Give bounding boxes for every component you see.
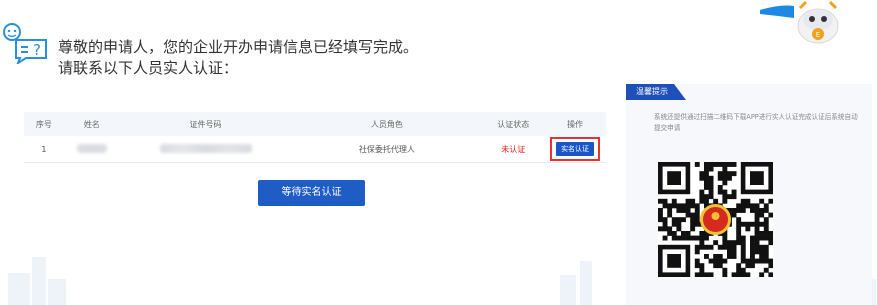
header-action: 操作 [544, 112, 606, 136]
qr-code-icon[interactable] [658, 162, 774, 278]
notice-text-line1: 尊敬的申请人，您的企业开办申请信息已经填写完成。 [58, 38, 419, 56]
real-name-verify-button[interactable]: 实名认证 [556, 142, 595, 156]
redacted-name [76, 143, 107, 153]
tip-text: 系统还提供通过扫描二维码下载APP进行实人认证完成认证后系统自动提交申请 [654, 113, 858, 132]
person-table: 序号 姓名 证件号码 人员角色 认证状态 操作 1 社保委托代理人 未认证 实名… [24, 112, 606, 163]
chat-question-icon: ? [2, 20, 50, 66]
action-highlight-box: 实名认证 [550, 137, 601, 161]
table-header-row: 序号 姓名 证件号码 人员角色 认证状态 操作 [24, 112, 606, 136]
header-no: 序号 [24, 112, 64, 136]
header-role: 人员角色 [291, 112, 483, 136]
cell-action: 实名认证 [544, 136, 606, 163]
cell-id-number [119, 136, 292, 163]
table-row: 1 社保委托代理人 未认证 实名认证 [24, 136, 606, 163]
cell-status: 未认证 [482, 136, 545, 163]
cell-name [63, 136, 120, 163]
header-status: 认证状态 [482, 112, 545, 136]
notice-message: ? 尊敬的申请人，您的企业开办申请信息已经填写完成。 请联系以下人员实人认证： [2, 18, 522, 78]
robot-mascot-icon: E [760, 0, 845, 48]
wait-verification-button[interactable]: 等待实名认证 [258, 180, 365, 206]
cell-no: 1 [24, 136, 64, 163]
cell-role: 社保委托代理人 [291, 136, 483, 163]
svg-text:?: ? [33, 41, 41, 59]
header-id-number: 证件号码 [119, 112, 292, 136]
tip-title: 温馨提示 [626, 84, 686, 100]
redacted-id-number [159, 143, 252, 153]
header-name: 姓名 [63, 112, 120, 136]
svg-text:E: E [816, 31, 820, 39]
tip-panel: 温馨提示 系统还提供通过扫描二维码下载APP进行实人认证完成认证后系统自动提交申… [626, 84, 872, 305]
notice-text-line2: 请联系以下人员实人认证： [58, 59, 239, 77]
